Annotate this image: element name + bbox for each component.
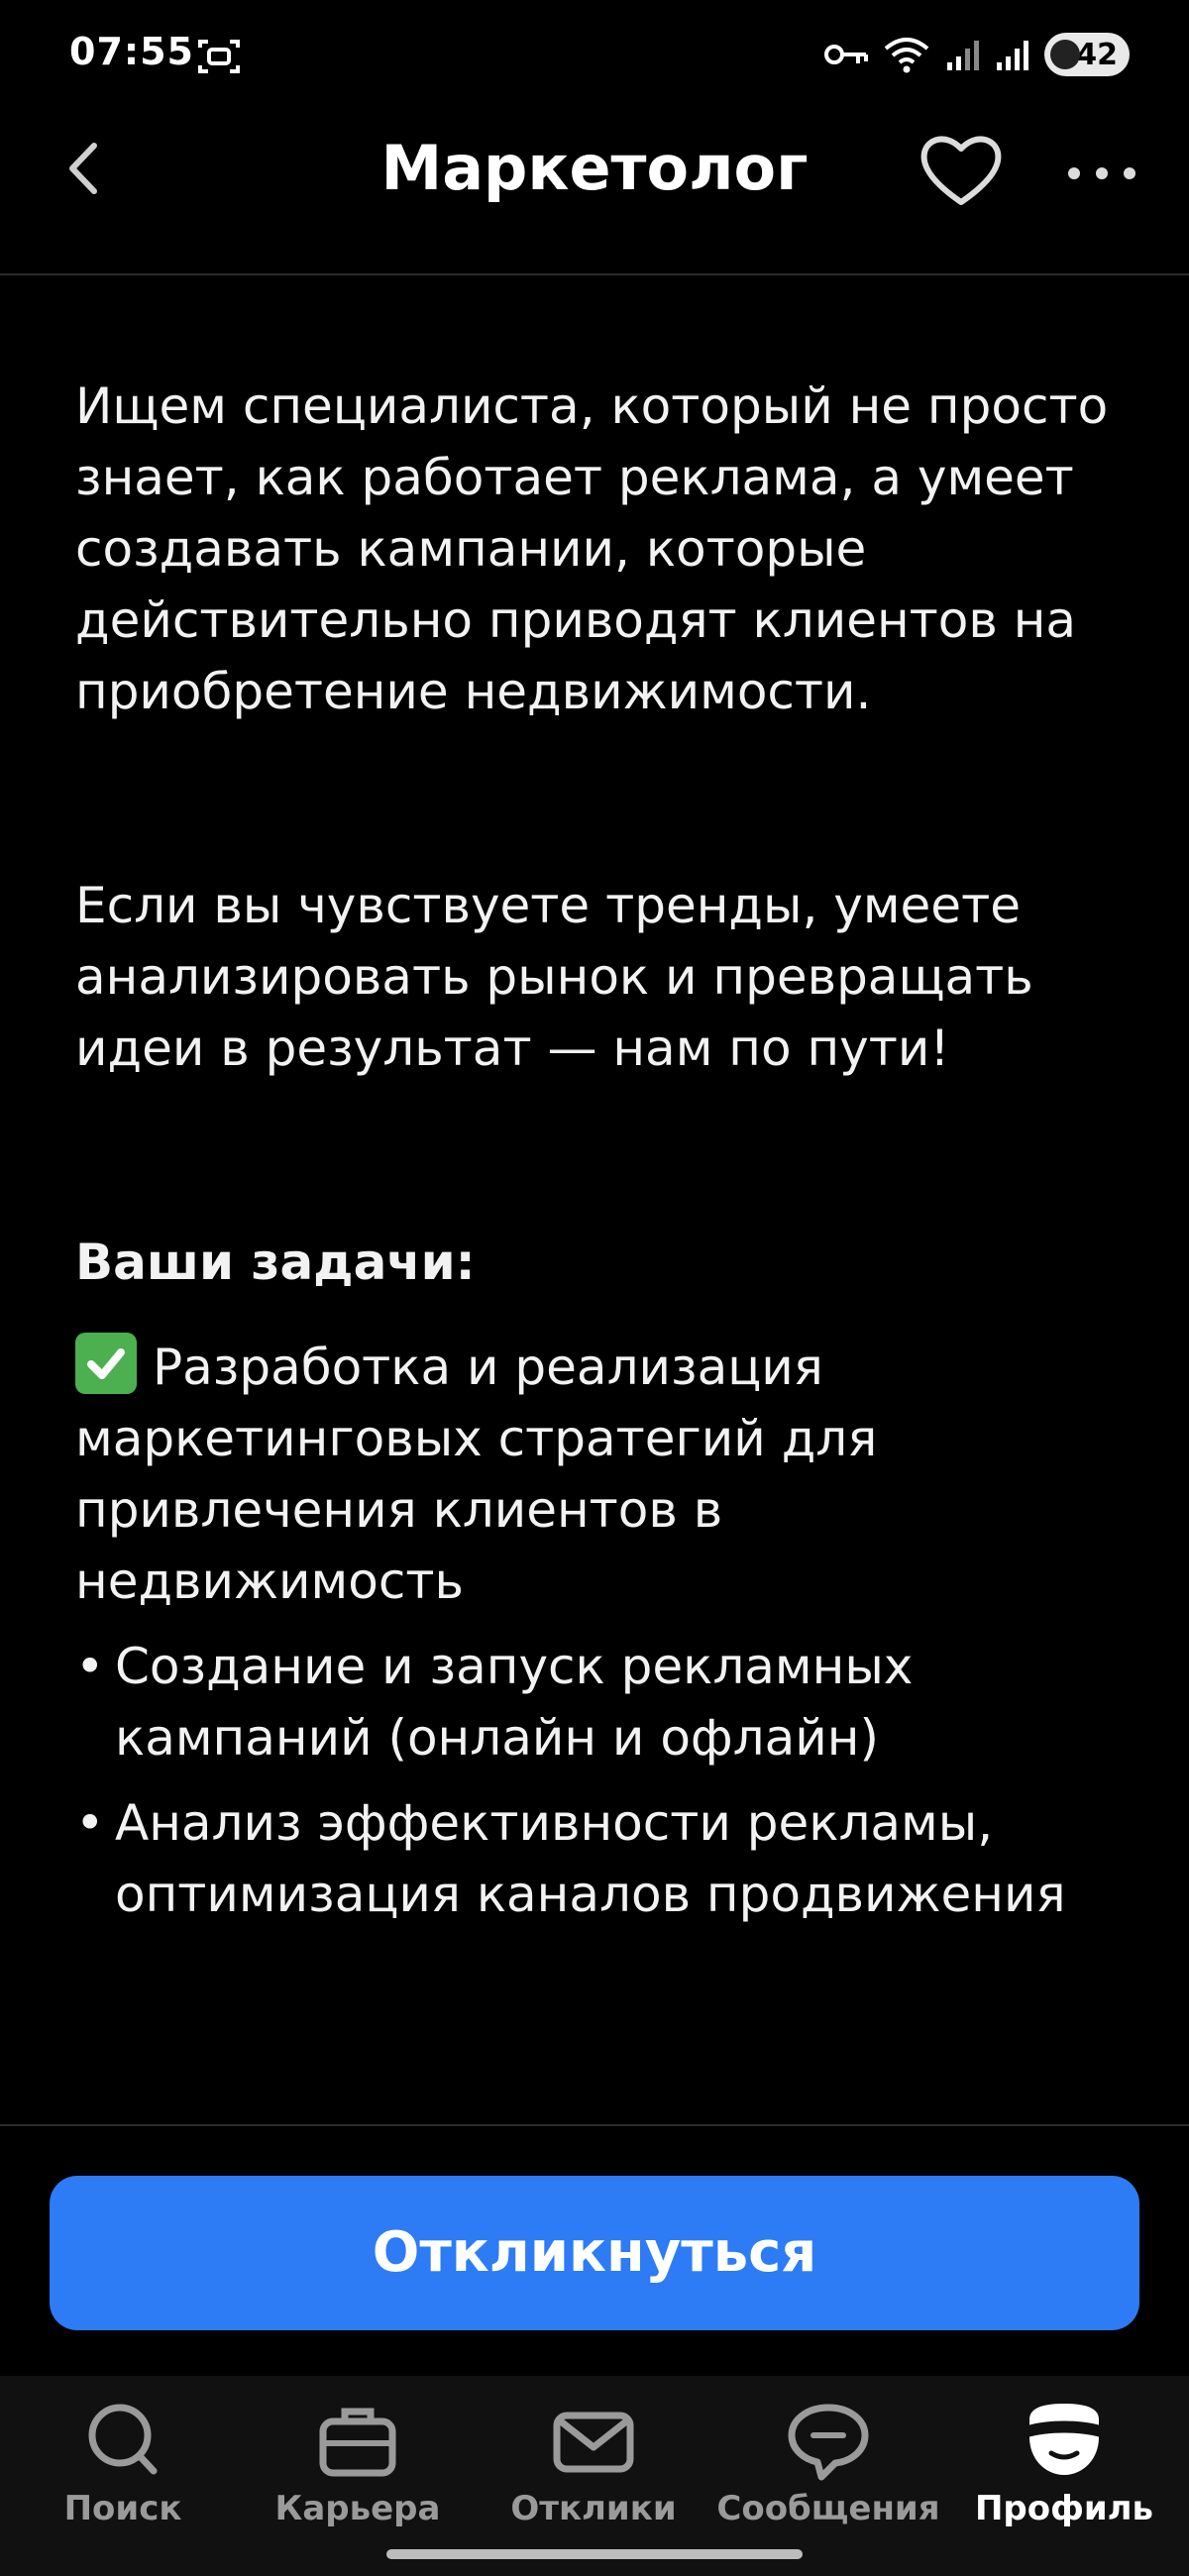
screenshot-icon — [198, 40, 240, 73]
tasks-heading: Ваши задачи: — [75, 1234, 476, 1291]
battery-indicator: 42 — [1044, 33, 1130, 76]
list-item-text: Анализ эффективности рекламы, оптимизаци… — [115, 1794, 1066, 1923]
list-item: • Создание и запуск рекламных кампаний (… — [75, 1631, 1126, 1773]
nav-label: Поиск — [63, 2489, 182, 2528]
app-header: Маркетолог — [0, 109, 1189, 275]
nav-item-search[interactable]: Поиск — [4, 2396, 242, 2544]
task-item: Разработка и реализация маркетинговых ст… — [75, 1332, 1126, 1617]
vacancy-description[interactable]: Ищем специалиста, который не просто знае… — [0, 275, 1189, 2124]
vpn-key-icon — [824, 45, 868, 64]
home-indicator[interactable] — [386, 2549, 803, 2559]
nav-label: Отклики — [510, 2489, 677, 2528]
description-paragraph: Если вы чувствуете тренды, умеете анализ… — [75, 877, 1033, 1077]
bullet-icon: • — [75, 1794, 105, 1852]
status-icons: 42 — [824, 32, 1130, 77]
check-mark-icon — [75, 1333, 137, 1394]
signal-icon-1 — [947, 41, 979, 70]
nav-label: Сообщения — [716, 2489, 940, 2528]
bottom-navigation: Поиск Карьера Отклики Сообщения Профиль — [0, 2376, 1189, 2576]
more-options-icon[interactable] — [1062, 144, 1141, 203]
description-paragraph: Ищем специалиста, который не просто знае… — [75, 377, 1109, 720]
tasks-list: • Создание и запуск рекламных кампаний (… — [75, 1631, 1126, 1930]
status-time: 07:55 — [69, 30, 194, 73]
briefcase-icon — [319, 2408, 396, 2477]
status-bar: 07:55 42 — [0, 0, 1189, 109]
nav-label: Профиль — [974, 2489, 1154, 2528]
bullet-icon: • — [75, 1638, 105, 1695]
nav-item-responses[interactable]: Отклики — [475, 2396, 712, 2544]
signal-icon-2 — [997, 41, 1028, 70]
wifi-icon — [884, 38, 929, 73]
chat-icon — [788, 2404, 869, 2481]
profile-icon — [1027, 2404, 1101, 2475]
list-item-text: Создание и запуск рекламных кампаний (он… — [115, 1638, 914, 1767]
nav-label: Карьера — [274, 2489, 441, 2528]
nav-item-career[interactable]: Карьера — [239, 2396, 477, 2544]
list-item: • Анализ эффективности рекламы, оптимиза… — [75, 1787, 1126, 1930]
page-title: Маркетолог — [380, 132, 809, 204]
apply-button[interactable]: Откликнуться — [50, 2176, 1139, 2330]
task-text: Разработка и реализация маркетинговых ст… — [75, 1339, 878, 1610]
heart-icon[interactable] — [917, 131, 1006, 210]
envelope-icon — [553, 2412, 634, 2473]
battery-level: 42 — [1076, 37, 1118, 72]
apply-bar: Откликнуться — [0, 2124, 1189, 2376]
battery-charging-icon — [1050, 40, 1080, 69]
nav-item-messages[interactable]: Сообщения — [709, 2396, 947, 2544]
search-icon — [88, 2404, 158, 2475]
nav-item-profile[interactable]: Профиль — [945, 2396, 1183, 2544]
